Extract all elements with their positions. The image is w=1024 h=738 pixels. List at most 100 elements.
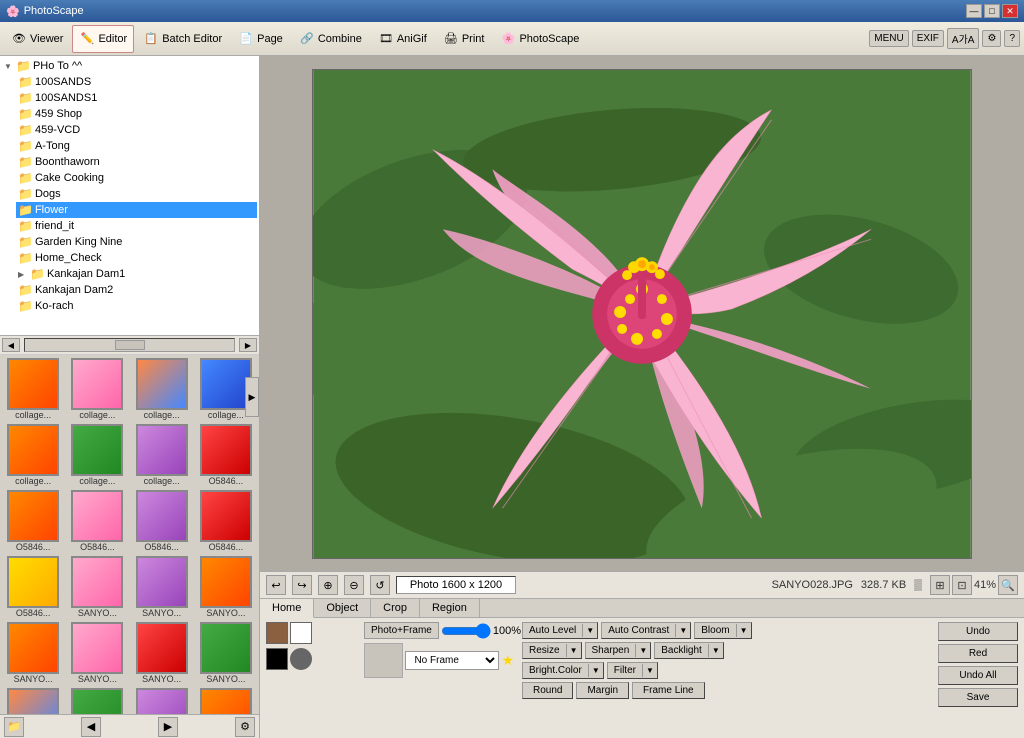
menu-anigif[interactable]: 🎞 AniGif xyxy=(371,25,434,53)
auto-contrast-arrow[interactable]: ▼ xyxy=(675,624,690,637)
list-item[interactable]: SANYO... xyxy=(66,621,128,685)
help-btn[interactable]: ? xyxy=(1004,30,1020,47)
filter-arrow[interactable]: ▼ xyxy=(642,664,657,677)
zoom-fit-btn[interactable]: ⊞ xyxy=(930,575,950,595)
panel-expand-btn[interactable]: ▶ xyxy=(245,377,259,417)
list-item[interactable]: O5846... xyxy=(131,489,193,553)
list-item[interactable]: SANYO... xyxy=(195,555,257,619)
tree-item[interactable]: 📁 Ko-rach xyxy=(16,298,257,314)
auto-level-arrow[interactable]: ▼ xyxy=(582,624,597,637)
backlight-dropdown[interactable]: Backlight ▼ xyxy=(654,642,724,659)
auto-level-label[interactable]: Auto Level xyxy=(523,623,582,638)
filter-dropdown[interactable]: Filter ▼ xyxy=(607,662,658,679)
margin-button[interactable]: Margin xyxy=(576,682,629,699)
maximize-button[interactable]: □ xyxy=(984,4,1000,18)
list-item[interactable]: SANYO... xyxy=(195,621,257,685)
list-item[interactable]: collage... xyxy=(2,357,64,421)
photo-frame-btn[interactable]: Photo+Frame xyxy=(364,622,439,639)
menu-editor[interactable]: ✏️ Editor xyxy=(72,25,134,53)
menu-combine[interactable]: 🔗 Combine xyxy=(292,25,369,53)
undo-history-btn[interactable]: ↩ xyxy=(266,575,286,595)
resize-label[interactable]: Resize xyxy=(523,643,566,658)
tree-item[interactable]: 📁 459-VCD xyxy=(16,122,257,138)
thumbnail-grid[interactable]: collage... collage... collage... collage… xyxy=(0,355,259,714)
settings-thumb-btn[interactable]: ⚙ xyxy=(235,717,255,737)
list-item[interactable]: O5846... xyxy=(195,423,257,487)
opacity-slider[interactable] xyxy=(441,623,491,639)
next-btn[interactable]: ▶ xyxy=(158,717,178,737)
list-item[interactable]: O5846... xyxy=(66,489,128,553)
list-item[interactable]: O5846... xyxy=(195,489,257,553)
exif-btn[interactable]: EXIF xyxy=(912,30,944,47)
save-button[interactable]: Save xyxy=(938,688,1018,707)
zoom-custom-btn[interactable]: 🔍 xyxy=(998,575,1018,595)
sharpen-arrow[interactable]: ▼ xyxy=(635,644,650,657)
tree-item[interactable]: ▶ 📁 Kankajan Dam1 xyxy=(16,266,257,282)
frame-dropdown[interactable]: No Frame Simple Frame Double Frame xyxy=(405,651,499,670)
bloom-label[interactable]: Bloom xyxy=(695,623,735,638)
list-item[interactable]: SANYO... xyxy=(131,687,193,714)
backlight-arrow[interactable]: ▼ xyxy=(708,644,723,657)
bright-color-label[interactable]: Bright.Color xyxy=(523,663,588,678)
color-swatch-black[interactable] xyxy=(266,648,288,670)
list-item[interactable]: SANYO... xyxy=(66,555,128,619)
zoom-actual-btn[interactable]: ⊡ xyxy=(952,575,972,595)
sharpen-dropdown[interactable]: Sharpen ▼ xyxy=(585,642,652,659)
tree-item[interactable]: 📁 Cake Cooking xyxy=(16,170,257,186)
menu-btn[interactable]: MENU xyxy=(869,30,908,47)
menu-print[interactable]: 🖨 Print xyxy=(436,25,492,53)
list-item[interactable]: SANYO... xyxy=(195,687,257,714)
menu-page[interactable]: 📄 Page xyxy=(231,25,290,53)
round-button[interactable]: Round xyxy=(522,682,573,699)
list-item[interactable]: collage... xyxy=(131,357,193,421)
frame-line-button[interactable]: Frame Line xyxy=(632,682,705,699)
list-item[interactable]: collage... xyxy=(66,357,128,421)
tree-item[interactable]: 📁 Kankajan Dam2 xyxy=(16,282,257,298)
tree-item[interactable]: 📁 459 Shop xyxy=(16,106,257,122)
menu-batch[interactable]: 📋 Batch Editor xyxy=(136,25,229,53)
redo-history-btn[interactable]: ↪ xyxy=(292,575,312,595)
list-item[interactable]: SANYO... xyxy=(131,555,193,619)
undo-button[interactable]: Undo xyxy=(938,622,1018,641)
bright-color-dropdown[interactable]: Bright.Color ▼ xyxy=(522,662,604,679)
tree-item[interactable]: 📁 100SANDS1 xyxy=(16,90,257,106)
tree-item[interactable]: 📁 Home_Check xyxy=(16,250,257,266)
tab-region[interactable]: Region xyxy=(420,599,480,617)
list-item[interactable]: O5846... xyxy=(2,555,64,619)
sharpen-label[interactable]: Sharpen xyxy=(586,643,636,658)
prev-btn[interactable]: ◀ xyxy=(81,717,101,737)
tree-view[interactable]: ▼ 📁 PHo To ^^ 📁 100SANDS 📁 100SANDS1 📁 4… xyxy=(0,56,259,336)
tab-crop[interactable]: Crop xyxy=(371,599,420,617)
tree-item[interactable]: 📁 A-Tong xyxy=(16,138,257,154)
backlight-label[interactable]: Backlight xyxy=(655,643,708,658)
filter-label[interactable]: Filter xyxy=(608,663,642,678)
scroll-right[interactable]: ▶ xyxy=(239,338,257,352)
color-swatch-gray[interactable] xyxy=(290,648,312,670)
bloom-dropdown[interactable]: Bloom ▼ xyxy=(694,622,751,639)
bloom-arrow[interactable]: ▼ xyxy=(736,624,751,637)
tree-item[interactable]: 📁 Dogs xyxy=(16,186,257,202)
resize-arrow[interactable]: ▼ xyxy=(566,644,581,657)
minimize-button[interactable]: — xyxy=(966,4,982,18)
list-item[interactable]: O5846... xyxy=(2,489,64,553)
auto-level-dropdown[interactable]: Auto Level ▼ xyxy=(522,622,598,639)
color-swatch-brown[interactable] xyxy=(266,622,288,644)
close-button[interactable]: ✕ xyxy=(1002,4,1018,18)
font-btn[interactable]: A가A xyxy=(947,28,980,49)
list-item[interactable]: collage... xyxy=(2,423,64,487)
tree-item[interactable]: 📁 100SANDS xyxy=(16,74,257,90)
list-item[interactable]: SANYO... xyxy=(131,621,193,685)
list-item[interactable]: collage... xyxy=(66,423,128,487)
redo-button[interactable]: Red xyxy=(938,644,1018,663)
tab-object[interactable]: Object xyxy=(314,599,371,617)
zoom-out-btn[interactable]: ⊖ xyxy=(344,575,364,595)
scroll-left[interactable]: ◀ xyxy=(2,338,20,352)
tab-home[interactable]: Home xyxy=(260,599,314,618)
auto-contrast-dropdown[interactable]: Auto Contrast ▼ xyxy=(601,622,691,639)
rotate-btn[interactable]: ↺ xyxy=(370,575,390,595)
tree-item[interactable]: 📁 friend_it xyxy=(16,218,257,234)
zoom-in-btn[interactable]: ⊕ xyxy=(318,575,338,595)
menu-photoscape[interactable]: 🌸 PhotoScape xyxy=(493,25,586,53)
tree-root[interactable]: ▼ 📁 PHo To ^^ xyxy=(2,58,257,74)
color-swatch-white[interactable] xyxy=(290,622,312,644)
